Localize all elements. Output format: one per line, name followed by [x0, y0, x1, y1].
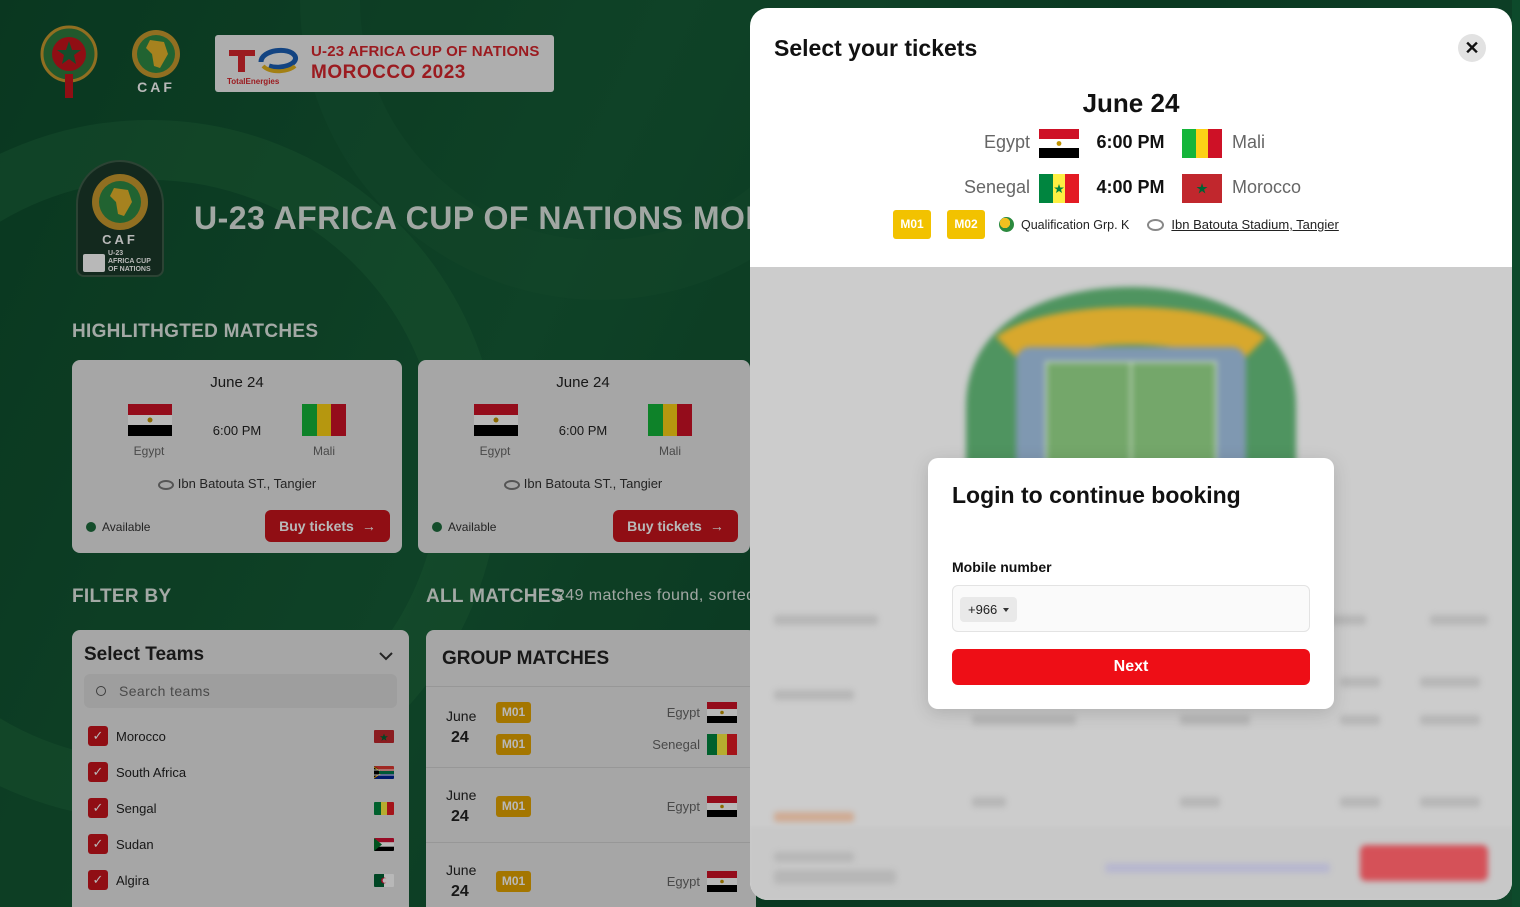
country-code-value: +966 [968, 602, 998, 617]
fixture-time: 4:00 PM [1096, 177, 1165, 197]
mali-flag-icon [1182, 129, 1222, 158]
fixture-row: Egypt 6:00 PM Mali [750, 129, 1512, 159]
home-team-name: Senegal [963, 177, 1030, 197]
caret-down-icon [1003, 607, 1010, 612]
ticket-selection-drawer: Select your tickets ✕ June 24 Egypt 6:00… [750, 8, 1512, 900]
morocco-flag-icon [1182, 174, 1222, 203]
egypt-flag-icon [1039, 129, 1079, 158]
group-label: Qualification Grp. K [1021, 217, 1130, 232]
home-team-name: Egypt [983, 132, 1030, 152]
next-button[interactable]: Next [952, 649, 1310, 685]
login-dialog: Login to continue booking Mobile number … [928, 458, 1334, 709]
page-edge [1512, 0, 1520, 907]
venue-link[interactable]: Ibn Batouta Stadium, Tangier [1171, 217, 1338, 232]
stadium-icon [1147, 218, 1165, 231]
fixture-row: Senegal 4:00 PM Morocco [750, 174, 1512, 204]
match-code-tag: M02 [947, 210, 985, 239]
country-code-select[interactable]: +966 [960, 597, 1018, 622]
drawer-title: Select your tickets [774, 35, 978, 61]
fixture-time: 6:00 PM [1096, 132, 1165, 152]
match-code-tag: M01 [893, 210, 931, 239]
away-team-name: Morocco [1232, 177, 1302, 197]
mobile-number-input[interactable] [1033, 594, 1298, 624]
mobile-number-field[interactable]: +966 [952, 585, 1310, 632]
competition-icon [999, 217, 1014, 232]
drawer-match-date: June 24 [1082, 88, 1180, 118]
senegal-flag-icon [1039, 174, 1079, 203]
match-meta: M01 M02 Qualification Grp. K Ibn Batouta… [893, 210, 1339, 239]
away-team-name: Mali [1232, 132, 1266, 152]
close-icon[interactable]: ✕ [1458, 34, 1486, 62]
login-title: Login to continue booking [952, 482, 1241, 508]
mobile-number-label: Mobile number [952, 559, 1052, 575]
